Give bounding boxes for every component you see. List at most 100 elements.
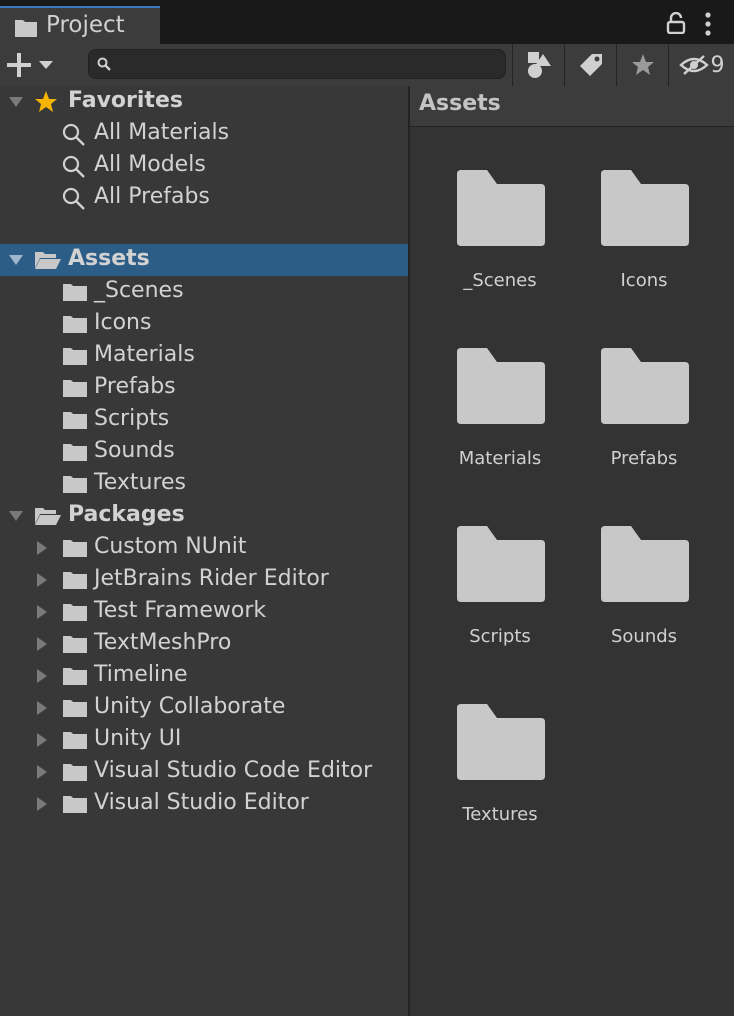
toggle-hidden-packages-button[interactable]: 9	[668, 44, 734, 86]
collapsed-arrow-icon[interactable]	[36, 636, 48, 652]
collapsed-arrow-icon[interactable]	[36, 604, 48, 620]
collapsed-arrow-icon[interactable]	[36, 572, 48, 588]
tree-row-prefabs[interactable]: Prefabs	[0, 372, 408, 404]
tree-row-scripts[interactable]: Scripts	[0, 404, 408, 436]
search-icon	[62, 123, 85, 146]
tree-label: Icons	[94, 310, 152, 335]
breadcrumb: Assets	[410, 86, 734, 127]
search-field[interactable]	[88, 49, 506, 79]
chevron-down-icon	[39, 61, 53, 69]
folder-tree: Favorites All Materials All Models All P…	[0, 86, 408, 1016]
folder-icon	[601, 526, 689, 602]
collapsed-arrow-icon[interactable]	[36, 668, 48, 684]
tree-label: Materials	[94, 342, 195, 367]
star-icon	[35, 91, 57, 112]
grid-item-textures[interactable]: Textures	[435, 704, 565, 864]
folder-icon	[63, 732, 87, 749]
tree-label-assets: Assets	[68, 246, 150, 271]
tree-row-package[interactable]: TextMeshPro	[0, 628, 408, 660]
tree-label: Timeline	[94, 662, 188, 687]
grid-item-scripts[interactable]: Scripts	[435, 526, 565, 686]
folder-icon	[457, 170, 545, 246]
lock-icon[interactable]	[666, 12, 686, 34]
tree-row-textures[interactable]: Textures	[0, 468, 408, 500]
tree-row-package[interactable]: Unity Collaborate	[0, 692, 408, 724]
grid-item-label: Scripts	[469, 626, 531, 647]
tree-row-all-models[interactable]: All Models	[0, 150, 408, 182]
create-button[interactable]	[6, 51, 64, 79]
folder-icon	[63, 540, 87, 557]
grid-item-label: Materials	[458, 448, 542, 469]
folder-icon	[15, 20, 37, 37]
tree-label: Textures	[94, 470, 186, 495]
grid-item-label: _Scenes	[463, 270, 537, 291]
search-by-type-button[interactable]	[512, 44, 564, 86]
tree-row-favorites[interactable]: Favorites	[0, 86, 408, 118]
tree-row-package[interactable]: Custom NUnit	[0, 532, 408, 564]
tree-label: Custom NUnit	[94, 534, 247, 559]
collapsed-arrow-icon[interactable]	[36, 732, 48, 748]
tree-row-scenes[interactable]: _Scenes	[0, 276, 408, 308]
tree-label: Sounds	[94, 438, 175, 463]
tab-bar: Project	[0, 0, 734, 44]
tree-row-all-materials[interactable]: All Materials	[0, 118, 408, 150]
toolbar: 9	[0, 44, 734, 87]
folder-icon	[63, 636, 87, 653]
tab-project[interactable]: Project	[0, 6, 160, 44]
plus-icon	[7, 53, 31, 77]
tree-row-packages[interactable]: Packages	[0, 500, 408, 532]
collapsed-arrow-icon[interactable]	[36, 796, 48, 812]
folder-icon	[457, 348, 545, 424]
tree-row-assets[interactable]: Assets	[0, 244, 408, 276]
grid-item-label: Prefabs	[610, 448, 678, 469]
tag-icon	[579, 54, 602, 76]
tree-label: Visual Studio Code Editor	[94, 758, 373, 783]
folder-icon	[63, 444, 87, 461]
collapsed-arrow-icon[interactable]	[36, 700, 48, 716]
tree-row-package[interactable]: Visual Studio Code Editor	[0, 756, 408, 788]
expanded-arrow-icon[interactable]	[8, 510, 24, 522]
tree-row-sounds[interactable]: Sounds	[0, 436, 408, 468]
breadcrumb-assets[interactable]: Assets	[419, 91, 501, 116]
tree-row-package[interactable]: Unity UI	[0, 724, 408, 756]
search-icon	[62, 187, 85, 210]
folder-icon	[63, 476, 87, 493]
search-icon	[62, 155, 85, 178]
tree-row-package[interactable]: JetBrains Rider Editor	[0, 564, 408, 596]
grid-item-label: Sounds	[610, 626, 678, 647]
search-input[interactable]	[117, 52, 501, 78]
expanded-arrow-icon[interactable]	[8, 254, 24, 266]
grid-item-sounds[interactable]: Sounds	[579, 526, 709, 686]
folder-icon	[601, 348, 689, 424]
tree-row-package[interactable]: Timeline	[0, 660, 408, 692]
tree-row-all-prefabs[interactable]: All Prefabs	[0, 182, 408, 214]
collapsed-arrow-icon[interactable]	[36, 764, 48, 780]
grid-item-label: Icons	[620, 270, 668, 291]
grid-item-icons[interactable]: Icons	[579, 170, 709, 330]
tree-row-materials[interactable]: Materials	[0, 340, 408, 372]
tree-label-packages: Packages	[68, 502, 185, 527]
star-icon	[631, 54, 654, 75]
more-options-icon[interactable]	[703, 12, 713, 36]
tree-row-package[interactable]: Visual Studio Editor	[0, 788, 408, 820]
grid-item-scenes[interactable]: _Scenes	[435, 170, 565, 330]
folder-icon	[63, 412, 87, 429]
expanded-arrow-icon[interactable]	[8, 96, 24, 108]
tree-label: All Prefabs	[94, 184, 210, 209]
tree-label: Unity UI	[94, 726, 182, 751]
tree-label: Scripts	[94, 406, 170, 431]
folder-icon	[63, 604, 87, 621]
tree-row-package[interactable]: Test Framework	[0, 596, 408, 628]
tree-row-icons[interactable]: Icons	[0, 308, 408, 340]
grid-item-materials[interactable]: Materials	[435, 348, 565, 508]
folder-icon	[63, 764, 87, 781]
grid-item-prefabs[interactable]: Prefabs	[579, 348, 709, 508]
grid-item-label: Textures	[462, 804, 538, 825]
folder-icon	[63, 284, 87, 301]
folder-icon	[601, 170, 689, 246]
collapsed-arrow-icon[interactable]	[36, 540, 48, 556]
search-by-label-button[interactable]	[564, 44, 616, 86]
save-search-button[interactable]	[616, 44, 668, 86]
tree-label: Prefabs	[94, 374, 176, 399]
tree-label: All Models	[94, 152, 206, 177]
